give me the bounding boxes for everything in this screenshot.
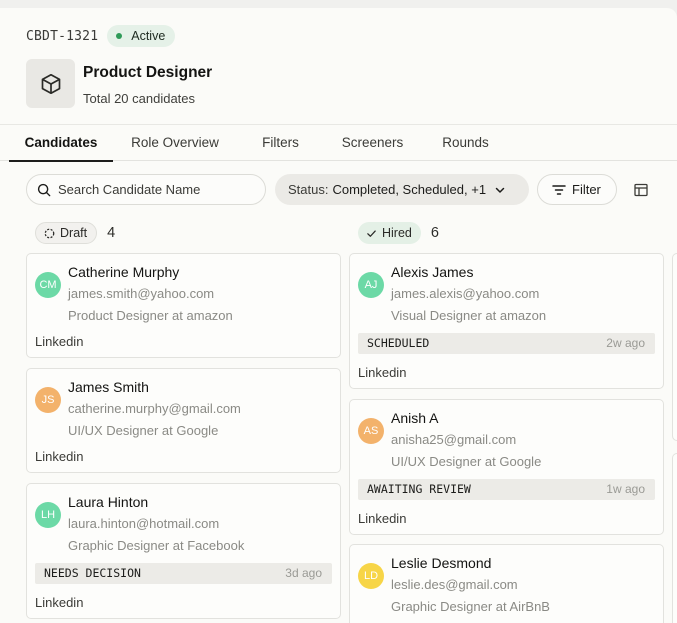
candidate-card[interactable]: AS Anish A anisha25@gmail.com UI/UX Desi…: [349, 399, 664, 535]
candidate-name: Anish A: [391, 410, 439, 426]
tab-bar: Candidates Role Overview Filters Screene…: [0, 124, 677, 162]
status-filter-dropdown[interactable]: Status: Completed, Scheduled, +1: [275, 174, 529, 205]
avatar: AS: [358, 418, 384, 444]
check-icon: [366, 228, 377, 239]
requisition-id: CBDT-1321: [26, 28, 99, 44]
box-icon: [41, 73, 60, 94]
avatar: LH: [35, 502, 61, 528]
candidate-name: Catherine Murphy: [68, 264, 180, 280]
filter-button[interactable]: Filter: [537, 174, 617, 205]
column-header-hired: Hired 6: [358, 222, 439, 244]
status-badge: Active: [107, 25, 176, 47]
avatar: JS: [35, 387, 61, 413]
draft-dashed-circle-icon: [44, 228, 55, 239]
stage-status-bar: NEEDS DECISION 3d ago: [35, 563, 332, 584]
candidate-role: Graphic Designer at AirBnB: [391, 599, 550, 614]
status-filter-value: Completed, Scheduled, +1: [332, 182, 487, 197]
avatar: AJ: [358, 272, 384, 298]
stage-label: Hired: [382, 226, 412, 240]
status-tag: NEEDS DECISION: [44, 566, 141, 580]
candidate-role: Visual Designer at amazon: [391, 308, 547, 323]
tab-filters[interactable]: Filters: [247, 125, 314, 161]
chevron-down-icon: [494, 184, 506, 196]
candidate-source: Linkedin: [358, 511, 407, 526]
candidate-card[interactable]: CM Catherine Murphy james.smith@yahoo.co…: [26, 253, 341, 358]
status-label: Active: [131, 29, 166, 43]
table-view-icon[interactable]: [631, 180, 651, 200]
candidate-source: Linkedin: [35, 449, 84, 464]
candidate-email: anisha25@gmail.com: [391, 432, 517, 447]
tab-candidates[interactable]: Candidates: [9, 125, 113, 162]
candidate-role: Graphic Designer at Facebook: [68, 538, 245, 553]
candidate-source: Linkedin: [358, 365, 407, 380]
candidate-name: James Smith: [68, 379, 149, 395]
status-tag: SCHEDULED: [367, 336, 430, 350]
tab-screeners[interactable]: Screeners: [330, 125, 415, 161]
candidate-name: Alexis James: [391, 264, 474, 280]
status-dot-icon: [116, 33, 123, 39]
role-avatar: [26, 59, 75, 108]
avatar: LD: [358, 563, 384, 589]
filter-button-label: Filter: [572, 182, 601, 197]
candidate-source: Linkedin: [35, 334, 84, 349]
next-column-card: [672, 453, 677, 623]
candidate-card[interactable]: LD Leslie Desmond leslie.des@gmail.com G…: [349, 544, 664, 623]
candidate-total: Total 20 candidates: [83, 91, 196, 106]
candidate-email: catherine.murphy@gmail.com: [68, 401, 241, 416]
candidate-email: james.smith@yahoo.com: [68, 286, 215, 301]
board-panel: CBDT-1321 Active Product Designer Total …: [0, 8, 677, 623]
candidate-name: Laura Hinton: [68, 494, 149, 510]
status-timestamp: 1w ago: [606, 482, 645, 496]
column-header-draft: Draft 4: [35, 222, 115, 244]
page-title: Product Designer: [83, 64, 213, 81]
status-filter-label: Status:: [288, 182, 329, 197]
stage-badge-draft: Draft: [35, 222, 98, 244]
search-input[interactable]: [58, 182, 248, 197]
stage-badge-hired: Hired: [358, 222, 421, 244]
stage-status-bar: AWAITING REVIEW 1w ago: [358, 479, 655, 500]
next-column-card: [672, 253, 677, 441]
candidate-card[interactable]: AJ Alexis James james.alexis@yahoo.com V…: [349, 253, 664, 389]
filter-icon: [552, 184, 566, 195]
tab-rounds[interactable]: Rounds: [432, 125, 499, 161]
candidate-role: UI/UX Designer at Google: [391, 454, 542, 469]
status-timestamp: 3d ago: [285, 566, 322, 580]
status-tag: AWAITING REVIEW: [367, 482, 471, 496]
candidate-role: Product Designer at amazon: [68, 308, 233, 323]
search-box[interactable]: [26, 174, 266, 205]
column-count: 4: [107, 225, 116, 241]
tab-role-overview[interactable]: Role Overview: [121, 125, 229, 161]
candidate-role: UI/UX Designer at Google: [68, 423, 219, 438]
candidate-email: leslie.des@gmail.com: [391, 577, 518, 592]
candidate-card[interactable]: LH Laura Hinton laura.hinton@hotmail.com…: [26, 483, 341, 619]
avatar: CM: [35, 272, 61, 298]
candidate-email: laura.hinton@hotmail.com: [68, 516, 220, 531]
candidate-card[interactable]: JS James Smith catherine.murphy@gmail.co…: [26, 368, 341, 473]
column-count: 6: [430, 225, 439, 241]
candidate-source: Linkedin: [35, 595, 84, 610]
status-timestamp: 2w ago: [606, 336, 645, 350]
search-icon: [37, 183, 51, 196]
candidate-email: james.alexis@yahoo.com: [391, 286, 540, 301]
stage-status-bar: SCHEDULED 2w ago: [358, 333, 655, 354]
requisition-header: CBDT-1321 Active: [26, 25, 176, 47]
stage-label: Draft: [60, 226, 88, 240]
candidate-name: Leslie Desmond: [391, 555, 492, 571]
